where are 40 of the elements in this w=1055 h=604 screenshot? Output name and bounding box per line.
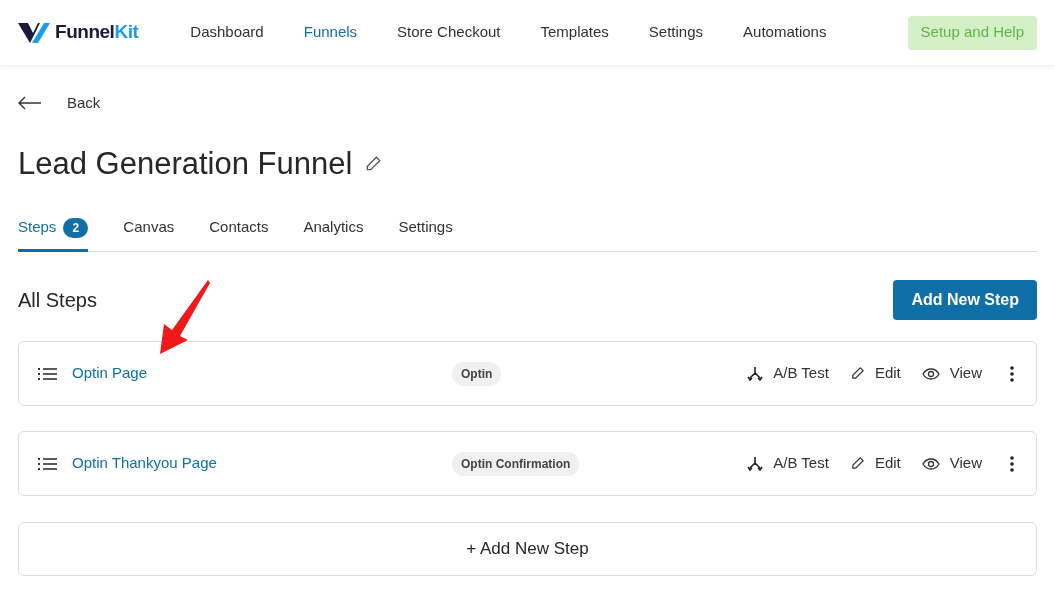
step-action-button[interactable]: A/B Test [747, 452, 829, 475]
step-link[interactable]: Optin Page [72, 362, 452, 385]
nav-link[interactable]: Templates [540, 21, 609, 44]
tab[interactable]: Settings [398, 206, 453, 252]
nav-link[interactable]: Automations [743, 21, 827, 44]
step-tag: Optin Confirmation [452, 451, 580, 476]
more-icon[interactable] [1010, 365, 1014, 382]
section-title: All Steps [18, 288, 97, 313]
nav-link[interactable]: Settings [648, 21, 704, 44]
eye-icon [921, 456, 940, 471]
nav-link[interactable]: Store Checkout [397, 21, 501, 44]
pencil-icon [849, 456, 865, 471]
step-action-button[interactable]: View [921, 362, 982, 385]
page-title: Lead Generation Funnel [18, 144, 353, 183]
split-icon [747, 365, 764, 382]
step-action-button[interactable]: View [921, 452, 982, 475]
list-icon[interactable] [38, 366, 57, 381]
step-action-button[interactable]: Edit [849, 452, 901, 475]
step-action-button[interactable]: Edit [849, 362, 901, 385]
back-arrow-icon[interactable] [18, 96, 42, 110]
count-badge: 2 [63, 217, 89, 238]
back-link[interactable]: Back [67, 91, 101, 115]
nav-link[interactable]: Dashboard [190, 21, 264, 44]
more-icon[interactable] [1010, 455, 1014, 472]
list-icon[interactable] [38, 456, 57, 471]
pencil-icon[interactable] [364, 155, 383, 173]
add-step-bar[interactable]: + Add New Step [18, 522, 1037, 576]
pencil-icon [849, 366, 865, 381]
nav-link[interactable]: Funnels [303, 21, 358, 44]
eye-icon [921, 366, 940, 381]
tab[interactable]: Contacts [209, 206, 269, 252]
step-tag: Optin [452, 361, 502, 386]
tab[interactable]: Analytics [303, 206, 364, 252]
tab[interactable]: Canvas [123, 206, 175, 252]
step-action-button[interactable]: A/B Test [747, 362, 829, 385]
step-link[interactable]: Optin Thankyou Page [72, 452, 452, 475]
tab[interactable]: Steps 2 [18, 206, 89, 252]
logo-text: FunnelKit [55, 20, 139, 45]
split-icon [747, 455, 764, 472]
add-step-button[interactable]: Add New Step [893, 280, 1037, 320]
